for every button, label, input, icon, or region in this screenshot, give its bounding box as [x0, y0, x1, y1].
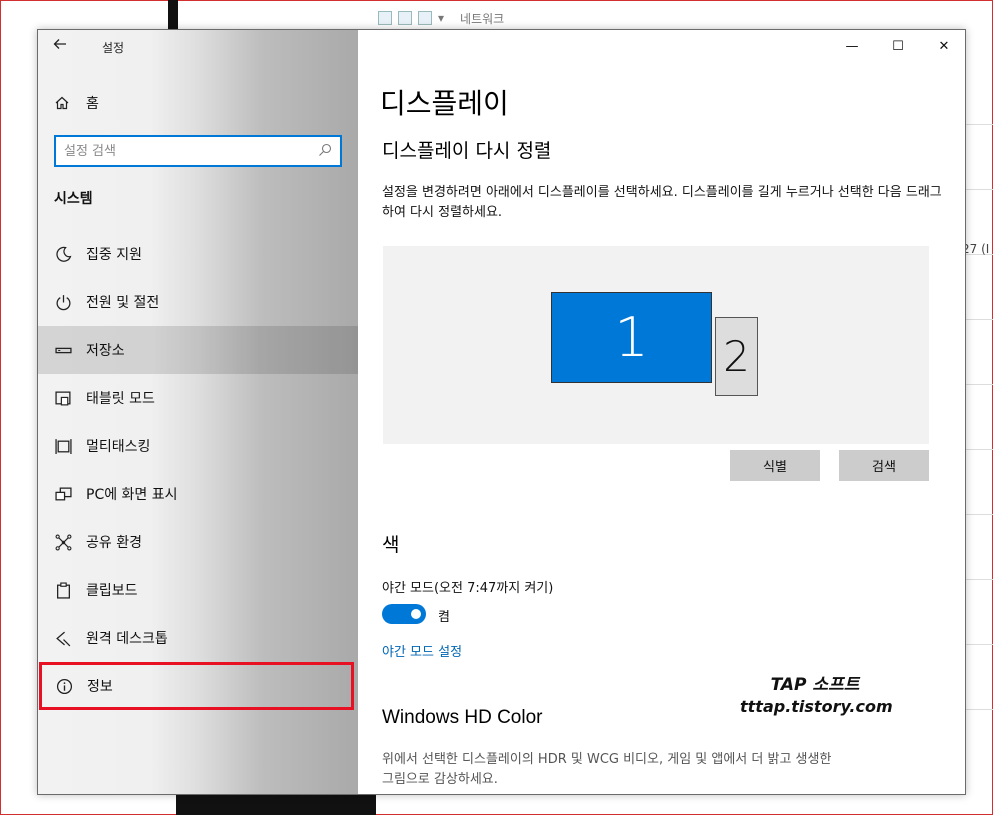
project-icon	[54, 486, 72, 500]
window-caption-buttons: — ☐ ✕	[829, 30, 965, 62]
tablet-icon	[54, 390, 71, 405]
clipboard-icon	[56, 581, 70, 599]
back-arrow-icon	[53, 39, 66, 49]
rearrange-displays-description: 설정을 변경하려면 아래에서 디스플레이를 선택하세요. 디스플레이를 길게 누…	[382, 185, 942, 220]
sidebar-item-label: 공유 환경	[86, 535, 142, 551]
explorer-toolbar-icon	[378, 11, 392, 25]
identify-button[interactable]: 식별	[730, 450, 820, 481]
sidebar-item-label: 클립보드	[86, 583, 138, 599]
night-light-toggle[interactable]	[382, 604, 426, 624]
sidebar-item-label: PC에 화면 표시	[86, 487, 178, 503]
sidebar-item-label: 원격 데스크톱	[86, 631, 168, 647]
sidebar-item-power[interactable]: 전원 및 절전	[38, 278, 358, 326]
maximize-button[interactable]: ☐	[875, 30, 921, 62]
background-black-edge-bottom	[176, 794, 376, 815]
explorer-breadcrumb: 네트워크	[460, 11, 505, 26]
sidebar-item-label: 태블릿 모드	[86, 391, 155, 407]
sidebar-item-clipboard[interactable]: 클립보드	[38, 566, 358, 614]
sidebar-item-tablet-mode[interactable]: 태블릿 모드	[38, 374, 358, 422]
night-light-state: 켬	[438, 610, 450, 625]
multitasking-icon	[54, 438, 72, 454]
sidebar-item-label: 저장소	[86, 343, 125, 359]
close-icon: ✕	[938, 38, 950, 54]
rearrange-displays-title: 디스플레이 다시 정렬	[382, 140, 552, 162]
power-icon	[56, 294, 70, 310]
sidebar-item-about[interactable]: 정보	[39, 662, 354, 710]
page-title: 디스플레이	[380, 87, 509, 120]
toggle-knob	[411, 609, 421, 619]
detect-button[interactable]: 검색	[839, 450, 929, 481]
sidebar-nav: 집중 지원 전원 및 절전 저장소 태블릿 모드 멀티태스킹 PC에 화면 표시	[38, 230, 358, 710]
sidebar-item-multitasking[interactable]: 멀티태스킹	[38, 422, 358, 470]
storage-icon	[54, 347, 72, 353]
background-list-lines	[965, 60, 993, 760]
explorer-newfolder-icon	[418, 11, 432, 25]
sidebar-item-label: 전원 및 절전	[86, 295, 160, 311]
sidebar-item-shared-experiences[interactable]: 공유 환경	[38, 518, 358, 566]
background-side-text: 27 (I	[962, 242, 990, 256]
color-section-title: 색	[382, 534, 400, 556]
search-icon[interactable]	[318, 143, 332, 157]
info-icon	[56, 678, 72, 694]
settings-search-input[interactable]	[64, 142, 304, 160]
moon-icon	[55, 246, 71, 262]
watermark-line-2: tttap.tistory.com	[740, 697, 893, 716]
app-title: 설정	[102, 41, 125, 55]
sidebar-item-storage[interactable]: 저장소	[38, 326, 358, 374]
monitor-2[interactable]: 2	[715, 317, 758, 396]
display-arrangement-area[interactable]: 1 2	[383, 246, 929, 444]
hd-color-description: 위에서 선택한 디스플레이의 HDR 및 WCG 비디오, 게임 및 앱에서 더…	[382, 752, 832, 787]
minimize-button[interactable]: —	[829, 30, 875, 62]
watermark-logo: TAP 소프트 tttap.tistory.com	[740, 670, 893, 716]
settings-sidebar: 설정 홈 시스템 집중 지원 전원 및 절전 저장소	[38, 30, 358, 794]
share-icon	[55, 534, 71, 550]
sidebar-item-project-to-pc[interactable]: PC에 화면 표시	[38, 470, 358, 518]
section-title-system: 시스템	[54, 191, 93, 207]
night-light-label: 야간 모드(오전 7:47까지 켜기)	[382, 581, 554, 596]
night-light-settings-link[interactable]: 야간 모드 설정	[382, 641, 462, 660]
monitor-1[interactable]: 1	[551, 292, 712, 383]
home-label: 홈	[86, 96, 99, 112]
sidebar-item-focus-assist[interactable]: 집중 지원	[38, 230, 358, 278]
close-button[interactable]: ✕	[921, 30, 965, 62]
minimize-icon: —	[845, 38, 859, 54]
sidebar-item-remote-desktop[interactable]: 원격 데스크톱	[38, 614, 358, 662]
sidebar-item-label: 집중 지원	[86, 247, 142, 263]
sidebar-item-label: 정보	[87, 679, 113, 695]
hd-color-title: Windows HD Color	[382, 707, 543, 728]
remote-desktop-icon	[55, 631, 70, 646]
back-button[interactable]	[52, 36, 76, 58]
settings-search-box[interactable]	[54, 135, 342, 167]
background-black-edge	[168, 0, 178, 30]
maximize-icon: ☐	[892, 38, 904, 54]
background-explorer-toolbar: ▾ 네트워크	[378, 6, 968, 30]
sidebar-item-label: 멀티태스킹	[86, 439, 151, 455]
explorer-properties-icon	[398, 11, 412, 25]
home-icon	[55, 96, 69, 110]
home-nav-item[interactable]: 홈	[54, 92, 99, 114]
explorer-dropdown-icon: ▾	[438, 11, 445, 25]
watermark-line-1: TAP 소프트	[770, 675, 860, 695]
